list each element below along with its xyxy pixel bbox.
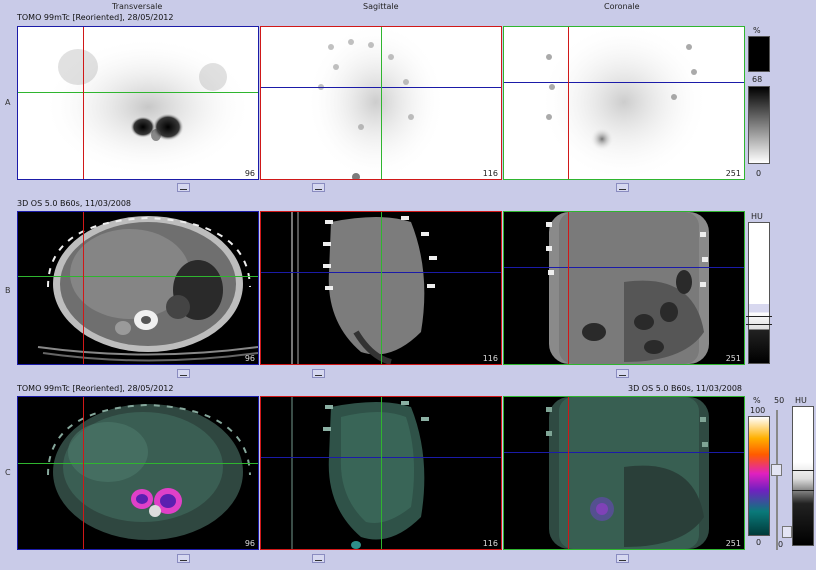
slice-number: 116 <box>482 539 498 548</box>
ct-coronal-view[interactable]: 251 <box>503 211 745 365</box>
slice-number: 251 <box>725 169 741 178</box>
spect-transversal-image <box>43 37 253 177</box>
hu-slider-thumb[interactable] <box>782 526 792 538</box>
fusion-coronal-view[interactable]: 251 <box>503 396 745 550</box>
slice-number: 251 <box>725 539 741 548</box>
row-a-label: A <box>5 98 11 107</box>
scale-c-unit: % <box>753 396 761 405</box>
slice-slider-coronal[interactable] <box>616 369 629 378</box>
crosshair-horizontal <box>504 82 744 83</box>
column-title-coronale: Coronale <box>604 2 640 11</box>
scale-a-max: 68 <box>752 75 763 84</box>
scale-a-unit: % <box>753 26 761 35</box>
ct-sagittal-view[interactable]: 116 <box>260 211 502 365</box>
crosshair-horizontal <box>18 92 258 93</box>
slice-slider-sagittal[interactable] <box>312 369 325 378</box>
ct-transversal-view[interactable]: 96 <box>17 211 259 365</box>
crosshair-horizontal <box>504 267 744 268</box>
viewer-window: { "columns": { "transversale": "Transver… <box>0 0 816 570</box>
fusion-sagittal-view[interactable]: 116 <box>260 396 502 550</box>
fusion-coronal-image <box>546 397 709 549</box>
column-title-sagittale: Sagittale <box>363 2 399 11</box>
slice-slider-sagittal[interactable] <box>312 183 325 192</box>
scale-c-hu-gradient[interactable] <box>792 406 814 546</box>
crosshair-vertical <box>83 27 84 179</box>
crosshair-vertical <box>381 397 382 549</box>
column-title-transversale: Transversale <box>112 2 163 11</box>
slice-number: 116 <box>482 354 498 363</box>
slice-slider-coronal[interactable] <box>616 183 629 192</box>
crosshair-vertical <box>568 27 569 179</box>
slice-number: 96 <box>244 354 255 363</box>
scale-b-window-top[interactable] <box>746 316 772 317</box>
scale-c-min: 0 <box>756 538 762 547</box>
scale-b-unit: HU <box>751 212 763 221</box>
crosshair-vertical <box>381 212 382 364</box>
crosshair-horizontal <box>18 276 258 277</box>
spect-transversal-view[interactable]: 96 <box>17 26 259 180</box>
scale-c-hu-window-top[interactable] <box>792 470 814 471</box>
ct-transversal-image <box>37 216 258 362</box>
scale-a-bar-top <box>748 36 770 72</box>
row-a-info: TOMO 99mTc [Reoriented], 28/05/2012 <box>17 13 174 22</box>
spect-coronal-image <box>539 27 709 179</box>
fusion-transversal-view[interactable]: 96 <box>17 396 259 550</box>
row-b-label: B <box>5 286 11 295</box>
scale-c-color-gradient[interactable] <box>748 416 770 536</box>
crosshair-vertical <box>568 212 569 364</box>
crosshair-vertical <box>83 397 84 549</box>
crosshair-vertical <box>381 27 382 179</box>
scale-c-max: 100 <box>750 406 766 415</box>
fusion-transversal-image <box>47 403 251 540</box>
scale-c-hu-window-bottom[interactable] <box>792 490 814 491</box>
slice-number: 116 <box>482 169 498 178</box>
crosshair-horizontal <box>18 463 258 464</box>
scale-b-gradient[interactable] <box>748 222 770 364</box>
row-c-label: C <box>5 468 11 477</box>
crosshair-vertical <box>83 212 84 364</box>
slice-slider-coronal[interactable] <box>616 554 629 563</box>
row-c-info-right: 3D OS 5.0 B60s, 11/03/2008 <box>628 384 743 393</box>
row-c-info-left: TOMO 99mTc [Reoriented], 28/05/2012 <box>17 384 174 393</box>
slice-slider-transversal[interactable] <box>177 554 190 563</box>
spect-coronal-view[interactable]: 251 <box>503 26 745 180</box>
scale-b-window-bottom[interactable] <box>746 324 772 325</box>
scale-c-opacity-label: 50 <box>774 396 785 405</box>
spect-sagittal-view[interactable]: 116 <box>260 26 502 180</box>
slice-number: 96 <box>244 169 255 178</box>
opacity-slider-track[interactable] <box>776 410 778 550</box>
slice-slider-transversal[interactable] <box>177 369 190 378</box>
slice-slider-sagittal[interactable] <box>312 554 325 563</box>
slice-number: 251 <box>725 354 741 363</box>
ct-coronal-image <box>546 212 709 364</box>
scale-a-gradient[interactable] <box>748 86 770 164</box>
scale-a-min: 0 <box>756 169 762 178</box>
crosshair-horizontal <box>504 452 744 453</box>
opacity-slider-thumb[interactable] <box>771 464 782 476</box>
scale-c-unit2: HU <box>795 396 807 405</box>
scale-c-min2: 0 <box>778 540 784 549</box>
crosshair-vertical <box>568 397 569 549</box>
slice-slider-transversal[interactable] <box>177 183 190 192</box>
slice-number: 96 <box>244 539 255 548</box>
row-b-info: 3D OS 5.0 B60s, 11/03/2008 <box>17 199 132 208</box>
